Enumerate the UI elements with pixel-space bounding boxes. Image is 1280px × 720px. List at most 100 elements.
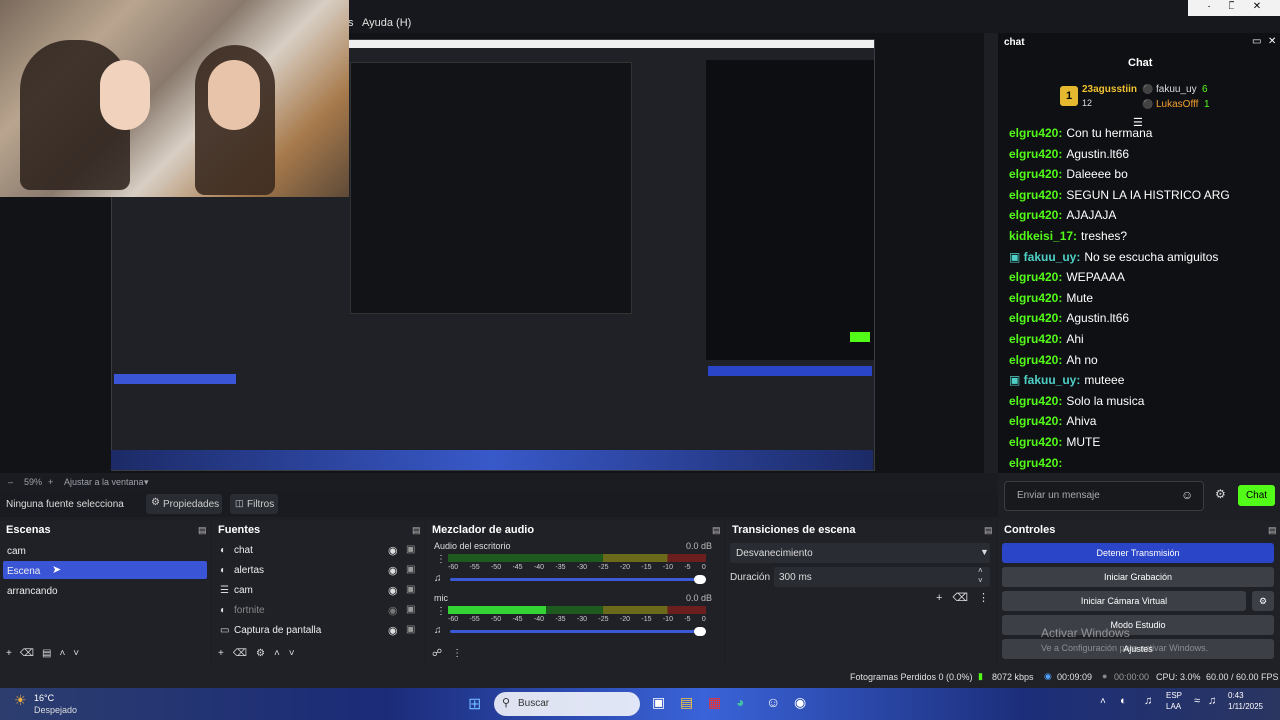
- file-explorer-icon[interactable]: ▤: [680, 694, 693, 711]
- chat-username[interactable]: elgru420:: [1009, 353, 1062, 367]
- tray-chevron-icon[interactable]: ˄: [1100, 696, 1106, 707]
- chat-username[interactable]: elgru420:: [1009, 167, 1062, 181]
- link-icon[interactable]: ☍: [432, 648, 452, 659]
- close-icon[interactable]: ✕: [1234, 0, 1280, 16]
- taskbar-search[interactable]: ⚲ Buscar: [494, 692, 640, 716]
- chevron-down-icon[interactable]: ▾: [144, 477, 149, 488]
- delete-icon[interactable]: ⌫: [20, 648, 42, 659]
- delete-icon[interactable]: ⌫: [952, 592, 978, 604]
- more-options-icon[interactable]: ⋮: [436, 606, 446, 617]
- chat-username[interactable]: elgru420:: [1009, 126, 1062, 140]
- speaker-icon[interactable]: ♫: [434, 625, 442, 636]
- mic-icon[interactable]: ♫: [1144, 695, 1152, 707]
- volume-slider[interactable]: [450, 627, 706, 636]
- discord-icon[interactable]: ☺: [766, 694, 780, 710]
- delete-icon[interactable]: ⌫: [233, 648, 256, 659]
- move-down-icon[interactable]: ˅: [289, 648, 304, 659]
- chat-username[interactable]: elgru420:: [1009, 291, 1062, 305]
- language-2[interactable]: LAA: [1166, 702, 1181, 711]
- filter-icon[interactable]: ▤: [42, 648, 59, 659]
- gear-icon[interactable]: ⚙: [256, 648, 274, 659]
- visibility-eye-icon[interactable]: ◉: [388, 624, 398, 637]
- stop-stream-button[interactable]: Detener Transmisión: [1002, 543, 1274, 563]
- source-item[interactable]: cam: [234, 585, 253, 596]
- properties-button[interactable]: ⚙ Propiedades: [146, 494, 222, 514]
- language-1[interactable]: ESP: [1166, 691, 1182, 700]
- slider-handle[interactable]: [694, 575, 706, 584]
- edge-icon[interactable]: ◕: [736, 694, 744, 710]
- float-dock-icon[interactable]: ▭: [1252, 36, 1261, 47]
- lock-icon[interactable]: ▣: [406, 584, 415, 595]
- chat-username[interactable]: elgru420:: [1009, 435, 1062, 449]
- chat-username[interactable]: fakuu_uy:: [1024, 250, 1081, 264]
- chat-username[interactable]: elgru420:: [1009, 456, 1062, 470]
- zoom-in-icon[interactable]: +: [48, 477, 53, 487]
- tray-icon[interactable]: ◐: [1120, 695, 1127, 707]
- source-item[interactable]: Captura de pantalla: [234, 625, 321, 636]
- lock-icon[interactable]: ▣: [406, 544, 415, 555]
- move-up-icon[interactable]: ˄: [59, 648, 73, 659]
- speaker-icon[interactable]: ♫: [434, 573, 442, 584]
- task-view-icon[interactable]: ▣: [652, 694, 665, 711]
- transition-select[interactable]: Desvanecimiento ▼: [730, 543, 990, 563]
- zoom-out-icon[interactable]: –: [8, 477, 13, 487]
- more-options-icon[interactable]: ⋮: [978, 592, 999, 604]
- more-options-icon[interactable]: ⋮: [452, 648, 472, 659]
- chat-username[interactable]: elgru420:: [1009, 188, 1062, 202]
- chat-username[interactable]: kidkeisi_17:: [1009, 229, 1077, 243]
- volume-slider[interactable]: [450, 575, 706, 584]
- filters-button[interactable]: ◫ Filtros: [230, 494, 278, 514]
- clock-time[interactable]: 0:43: [1228, 691, 1244, 700]
- clock-date[interactable]: 1/11/2025: [1228, 702, 1263, 711]
- chat-username[interactable]: elgru420:: [1009, 270, 1062, 284]
- chevron-down-icon[interactable]: ˅: [978, 576, 983, 585]
- chat-username[interactable]: elgru420:: [1009, 147, 1062, 161]
- dock-menu-icon[interactable]: ▤: [1268, 525, 1277, 536]
- chevron-up-icon[interactable]: ˄: [978, 566, 983, 575]
- start-virtual-camera-button[interactable]: Iniciar Cámara Virtual: [1002, 591, 1246, 611]
- visibility-eye-icon[interactable]: ◉: [388, 544, 398, 557]
- dock-menu-icon[interactable]: ▤: [412, 525, 421, 536]
- store-icon[interactable]: ▦: [708, 694, 721, 711]
- move-up-icon[interactable]: ˄: [274, 648, 289, 659]
- move-down-icon[interactable]: ˅: [73, 648, 87, 659]
- settings-icon[interactable]: ⚙: [1215, 487, 1226, 501]
- close-dock-icon[interactable]: ✕: [1268, 36, 1276, 47]
- add-icon[interactable]: +: [936, 592, 952, 604]
- chat-username[interactable]: elgru420:: [1009, 311, 1062, 325]
- source-item[interactable]: chat: [234, 545, 253, 556]
- fit-window-dropdown[interactable]: Ajustar a la ventana: [64, 477, 144, 487]
- dock-menu-icon[interactable]: ▤: [984, 525, 993, 536]
- visibility-eye-icon[interactable]: ◉: [388, 604, 398, 617]
- chat-username[interactable]: elgru420:: [1009, 394, 1062, 408]
- visibility-eye-icon[interactable]: ◉: [388, 564, 398, 577]
- source-item[interactable]: alertas: [234, 565, 264, 576]
- weather-icon[interactable]: ☀: [14, 692, 27, 709]
- source-item[interactable]: fortnite: [234, 605, 265, 616]
- duration-spinbox[interactable]: 300 ms ˄ ˅: [774, 566, 990, 587]
- scene-item-arrancando[interactable]: arrancando: [7, 586, 58, 597]
- scene-item-cam[interactable]: cam: [7, 546, 26, 557]
- start-icon[interactable]: ⊞: [468, 694, 481, 714]
- visibility-eye-icon[interactable]: ◉: [388, 584, 398, 597]
- volume-icon[interactable]: ♫: [1208, 695, 1216, 707]
- add-icon[interactable]: +: [218, 648, 233, 659]
- emoji-icon[interactable]: ☺: [1181, 488, 1193, 502]
- lock-icon[interactable]: ▣: [406, 564, 415, 575]
- send-chat-button[interactable]: Chat: [1238, 485, 1275, 506]
- obs-icon[interactable]: ◉: [794, 694, 806, 711]
- wifi-icon[interactable]: ≈: [1194, 695, 1200, 707]
- more-options-icon[interactable]: ⋮: [436, 554, 446, 565]
- chat-username[interactable]: fakuu_uy:: [1024, 373, 1081, 387]
- lock-icon[interactable]: ▣: [406, 604, 415, 615]
- start-recording-button[interactable]: Iniciar Grabación: [1002, 567, 1274, 587]
- lock-icon[interactable]: ▣: [406, 624, 415, 635]
- dock-menu-icon[interactable]: ▤: [198, 525, 207, 536]
- add-icon[interactable]: +: [6, 648, 20, 659]
- chat-username[interactable]: elgru420:: [1009, 332, 1062, 346]
- chat-username[interactable]: elgru420:: [1009, 414, 1062, 428]
- chat-username[interactable]: elgru420:: [1009, 208, 1062, 222]
- virtual-camera-settings-icon[interactable]: ⚙: [1252, 591, 1274, 611]
- slider-handle[interactable]: [694, 627, 706, 636]
- chat-input[interactable]: Enviar un mensaje ☺: [1004, 481, 1204, 511]
